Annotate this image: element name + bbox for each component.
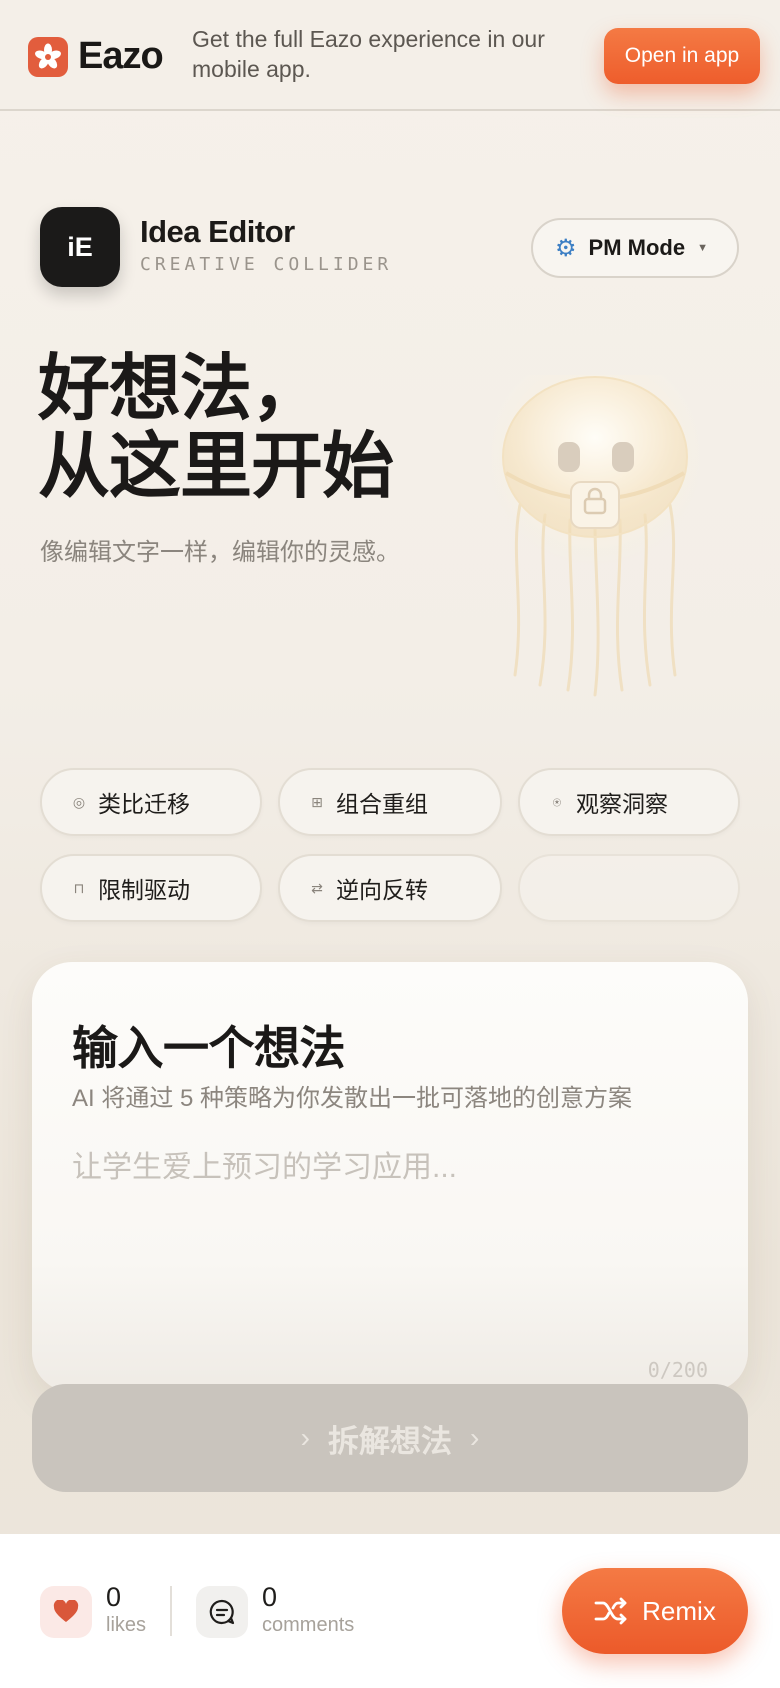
comments-label: comments: [262, 1614, 355, 1636]
chevron-right-icon: ›: [300, 1422, 310, 1453]
remix-label: Remix: [642, 1595, 716, 1626]
shuffle-icon: [594, 1596, 628, 1626]
chevron-down-icon: ▼: [697, 242, 708, 254]
eazo-wordmark: Eazo: [78, 35, 164, 77]
bottom-action-bar: 0 likes 0 comments Remix: [0, 1534, 780, 1688]
hero-title-line-2: 从这里开始: [38, 427, 394, 507]
comment-button[interactable]: [196, 1586, 248, 1638]
remix-button[interactable]: Remix: [562, 1568, 748, 1654]
heart-icon: [53, 1600, 79, 1622]
app-logo-icon: iE: [40, 207, 120, 287]
reverse-arrows-icon: ⇄: [311, 879, 323, 896]
comment-bubble-icon: [209, 1599, 235, 1625]
constraint-icon: ⊓: [73, 879, 85, 896]
decompose-idea-label: 拆解想法: [328, 1423, 452, 1459]
hero-title-line-1: 好想法，: [38, 349, 323, 429]
strategy-chip-empty: [518, 854, 740, 922]
decompose-idea-button[interactable]: › 拆解想法 ›: [32, 1384, 748, 1492]
app-promo-banner: Eazo Get the full Eazo experience in our…: [0, 0, 780, 111]
mode-label: PM Mode: [588, 235, 686, 260]
strategy-chip-observation[interactable]: ⍟ 观察洞察: [518, 768, 740, 836]
jellyfish-mascot-illustration: [490, 375, 700, 697]
eazo-asterisk-icon: [28, 36, 68, 77]
mode-selector[interactable]: ⚙ PM Mode ▼: [531, 218, 739, 278]
open-in-app-button[interactable]: Open in app: [604, 28, 760, 84]
likes-count: 0: [106, 1582, 122, 1612]
strategy-chip-label: 限制驱动: [98, 877, 190, 903]
hero-title: 好想法， 从这里开始: [38, 349, 394, 507]
idea-input-card: 输入一个想法 AI 将通过 5 种策略为你发散出一批可落地的创意方案 0/200: [32, 962, 748, 1392]
divider: [170, 1586, 172, 1636]
gear-icon: ⚙: [555, 234, 577, 262]
comments-count: 0: [262, 1582, 278, 1612]
likes-label: likes: [106, 1614, 147, 1636]
strategy-chip-label: 组合重组: [336, 791, 428, 817]
hero-subtitle: 像编辑文字一样，编辑你的灵感。: [40, 539, 400, 566]
strategy-chip-analogy[interactable]: ◎ 类比迁移: [40, 768, 262, 836]
strategy-chip-label: 类比迁移: [98, 791, 190, 817]
grid-icon: ⊞: [311, 793, 323, 810]
target-icon: ◎: [72, 793, 86, 810]
strategy-chip-constraint[interactable]: ⊓ 限制驱动: [40, 854, 262, 922]
character-counter: 0/200: [647, 1358, 708, 1382]
eazo-logo: Eazo: [28, 35, 164, 78]
insight-icon: ⍟: [552, 793, 562, 810]
strategy-chip-combination[interactable]: ⊞ 组合重组: [278, 768, 502, 836]
like-button[interactable]: [40, 1586, 92, 1638]
chevron-right-icon: ›: [470, 1422, 480, 1453]
card-title: 输入一个想法: [72, 1022, 346, 1074]
app-title: Idea Editor: [140, 214, 295, 249]
strategy-chip-reversal[interactable]: ⇄ 逆向反转: [278, 854, 502, 922]
app-subtitle: CREATIVE COLLIDER: [140, 254, 393, 275]
strategy-chip-label: 逆向反转: [336, 877, 428, 903]
promo-message: Get the full Eazo experience in our mobi…: [192, 26, 545, 82]
idea-input[interactable]: [72, 1142, 712, 1282]
strategy-chip-label: 观察洞察: [576, 791, 668, 817]
card-subtitle: AI 将通过 5 种策略为你发散出一批可落地的创意方案: [72, 1085, 633, 1112]
